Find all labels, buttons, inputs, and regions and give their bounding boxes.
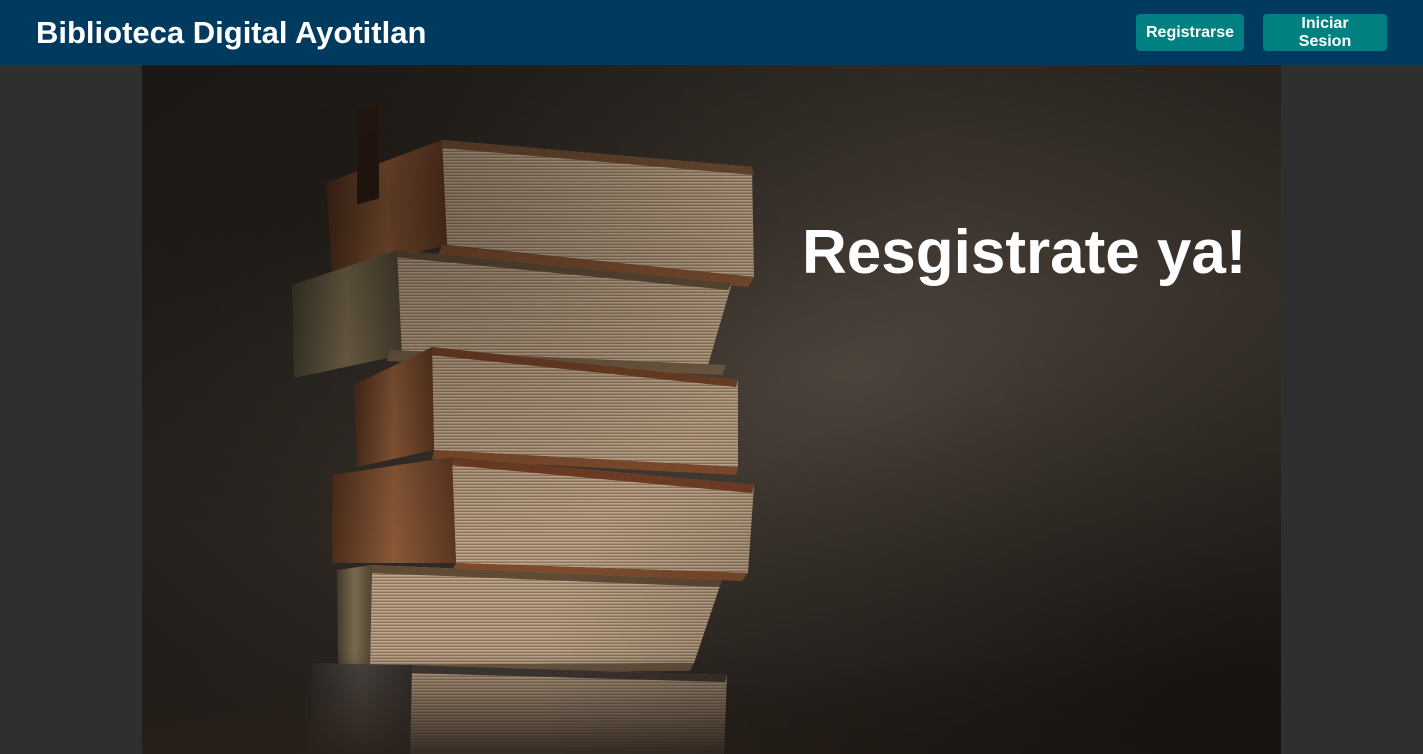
hero-banner: Resgistrate ya!: [142, 65, 1281, 754]
login-button[interactable]: Iniciar Sesion: [1263, 14, 1387, 51]
register-button[interactable]: Registrarse: [1136, 14, 1244, 51]
nav-actions: Registrarse Iniciar Sesion: [1136, 14, 1387, 51]
site-title[interactable]: Biblioteca Digital Ayotitlan: [36, 15, 426, 51]
hero-headline: Resgistrate ya!: [802, 218, 1247, 287]
hero-vignette: [142, 65, 1281, 754]
top-navbar: Biblioteca Digital Ayotitlan Registrarse…: [0, 0, 1423, 65]
